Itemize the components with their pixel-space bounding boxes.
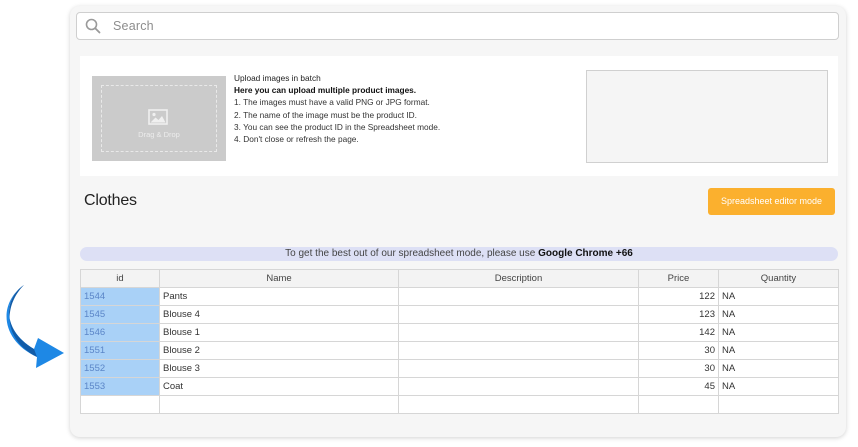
dropzone-label: Drag & Drop: [138, 130, 180, 139]
upload-preview-box: [586, 70, 828, 163]
id-cell[interactable]: 1551: [80, 341, 160, 360]
product-panel: Search Drag & Drop Upload images in batc…: [70, 6, 846, 437]
banner-highlight: Google Chrome +66: [538, 248, 633, 259]
spreadsheet-editor-button[interactable]: Spreadsheet editor mode: [708, 188, 835, 215]
id-cell[interactable]: 1545: [80, 305, 160, 324]
banner-text: To get the best out of our spreadsheet m…: [285, 248, 539, 259]
quantity-cell[interactable]: NA: [718, 287, 839, 306]
description-cell[interactable]: [398, 359, 639, 378]
table-row: 1544 Pants 122 NA: [80, 287, 839, 306]
quantity-cell[interactable]: [718, 395, 839, 414]
table-row-empty: [80, 395, 839, 414]
column-header-quantity[interactable]: Quantity: [718, 269, 839, 288]
name-cell[interactable]: Blouse 3: [159, 359, 399, 378]
search-input[interactable]: Search: [113, 19, 154, 33]
column-header-name[interactable]: Name: [159, 269, 399, 288]
description-cell[interactable]: [398, 305, 639, 324]
upload-subheading: Here you can upload multiple product ima…: [234, 85, 417, 96]
table-header-row: id Name Description Price Quantity: [80, 269, 839, 288]
search-bar[interactable]: Search: [76, 12, 839, 40]
price-cell[interactable]: 30: [638, 341, 719, 360]
table-row: 1553 Coat 45 NA: [80, 377, 839, 396]
quantity-cell[interactable]: NA: [718, 377, 839, 396]
image-icon: [148, 109, 168, 125]
upload-rule: 1. The images must have a valid PNG or J…: [234, 97, 430, 108]
quantity-cell[interactable]: NA: [718, 359, 839, 378]
products-table: id Name Description Price Quantity 1544 …: [80, 269, 839, 414]
column-header-price[interactable]: Price: [638, 269, 719, 288]
page-title: Clothes: [84, 192, 137, 209]
name-cell[interactable]: [159, 395, 399, 414]
name-cell[interactable]: Blouse 1: [159, 323, 399, 342]
table-row: 1545 Blouse 4 123 NA: [80, 305, 839, 324]
description-cell[interactable]: [398, 341, 639, 360]
price-cell[interactable]: 45: [638, 377, 719, 396]
search-icon: [85, 18, 101, 34]
price-cell[interactable]: 30: [638, 359, 719, 378]
name-cell[interactable]: Coat: [159, 377, 399, 396]
description-cell[interactable]: [398, 377, 639, 396]
price-cell[interactable]: 123: [638, 305, 719, 324]
table-row: 1546 Blouse 1 142 NA: [80, 323, 839, 342]
upload-instructions: Upload images in batch Here you can uplo…: [234, 72, 440, 145]
upload-rule: 2. The name of the image must be the pro…: [234, 109, 417, 120]
pointer-arrow-icon: [6, 285, 64, 368]
price-cell[interactable]: 122: [638, 287, 719, 306]
id-cell[interactable]: 1544: [80, 287, 160, 306]
table-row: 1552 Blouse 3 30 NA: [80, 359, 839, 378]
id-cell[interactable]: [80, 395, 160, 414]
id-cell[interactable]: 1552: [80, 359, 160, 378]
price-cell[interactable]: 142: [638, 323, 719, 342]
id-cell[interactable]: 1546: [80, 323, 160, 342]
upload-rule: 4. Don't close or refresh the page.: [234, 134, 359, 145]
description-cell[interactable]: [398, 287, 639, 306]
column-header-id[interactable]: id: [80, 269, 160, 288]
quantity-cell[interactable]: NA: [718, 323, 839, 342]
quantity-cell[interactable]: NA: [718, 341, 839, 360]
description-cell[interactable]: [398, 395, 639, 414]
name-cell[interactable]: Blouse 2: [159, 341, 399, 360]
description-cell[interactable]: [398, 323, 639, 342]
price-cell[interactable]: [638, 395, 719, 414]
image-dropzone[interactable]: Drag & Drop: [92, 76, 226, 161]
quantity-cell[interactable]: NA: [718, 305, 839, 324]
upload-heading: Upload images in batch: [234, 73, 321, 83]
table-row: 1551 Blouse 2 30 NA: [80, 341, 839, 360]
column-header-description[interactable]: Description: [398, 269, 639, 288]
id-cell[interactable]: 1553: [80, 377, 160, 396]
name-cell[interactable]: Blouse 4: [159, 305, 399, 324]
upload-rule: 3. You can see the product ID in the Spr…: [234, 121, 441, 132]
upload-card: Drag & Drop Upload images in batch Here …: [80, 56, 838, 176]
browser-notice-banner: To get the best out of our spreadsheet m…: [80, 247, 838, 261]
name-cell[interactable]: Pants: [159, 287, 399, 306]
